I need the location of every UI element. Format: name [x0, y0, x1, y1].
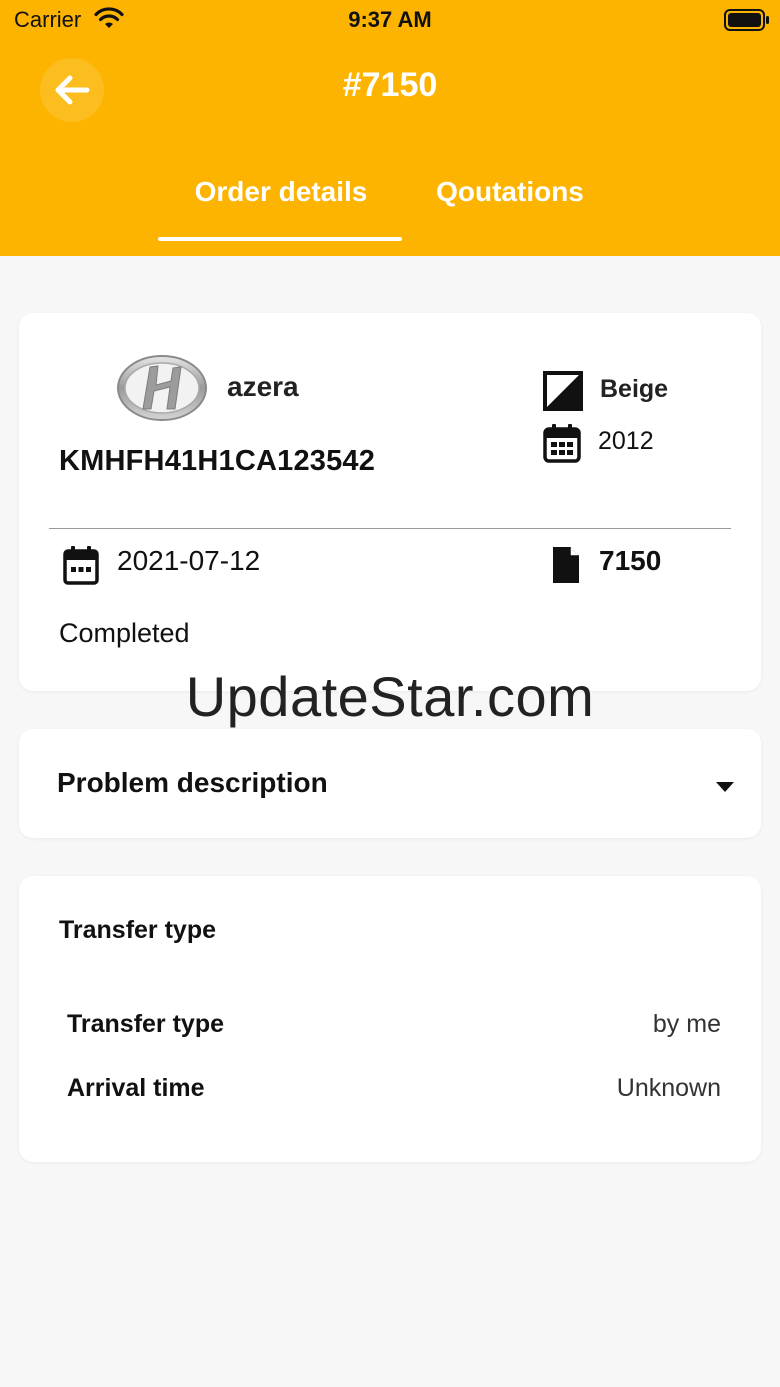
vehicle-card: azera KMHFH41H1CA123542 Beige 2012 2021-… [19, 313, 761, 691]
transfer-card: Transfer type Transfer type by me Arriva… [19, 876, 761, 1162]
caret-down-icon [715, 780, 735, 798]
order-status: Completed [59, 618, 190, 648]
status-bar: Carrier 9:37 AM [0, 0, 780, 40]
tab-order-details[interactable]: Order details [160, 176, 402, 208]
watermark: UpdateStar.com [185, 665, 595, 728]
document-icon [551, 545, 581, 590]
problem-description-panel[interactable]: Problem description [19, 729, 761, 838]
tab-quotations[interactable]: Qoutations [420, 176, 600, 208]
color-swatch-icon [543, 371, 583, 416]
vehicle-vin: KMHFH41H1CA123542 [59, 445, 376, 477]
header-bar: Carrier 9:37 AM #7150 Order details Qout… [0, 0, 780, 256]
vehicle-year: 2012 [598, 427, 654, 455]
order-date: 2021-07-12 [117, 545, 261, 576]
transfer-type-label: Transfer type [67, 1010, 225, 1038]
order-number: 7150 [599, 545, 662, 576]
battery-icon [724, 9, 770, 36]
active-tab-indicator [158, 237, 402, 241]
arrival-time-label: Arrival time [67, 1074, 205, 1102]
vehicle-model: azera [227, 371, 299, 402]
arrival-time-value: Unknown [616, 1074, 721, 1102]
status-time: 9:37 AM [348, 7, 432, 32]
page-title: #7150 [342, 66, 438, 104]
card-divider [49, 528, 731, 529]
calendar-icon [543, 423, 581, 468]
problem-description-title: Problem description [57, 767, 328, 798]
vehicle-color: Beige [600, 375, 669, 403]
transfer-type-value: by me [652, 1010, 721, 1038]
transfer-section-title: Transfer type [59, 916, 217, 944]
calendar-date-icon [63, 545, 99, 590]
hyundai-logo [115, 353, 209, 428]
